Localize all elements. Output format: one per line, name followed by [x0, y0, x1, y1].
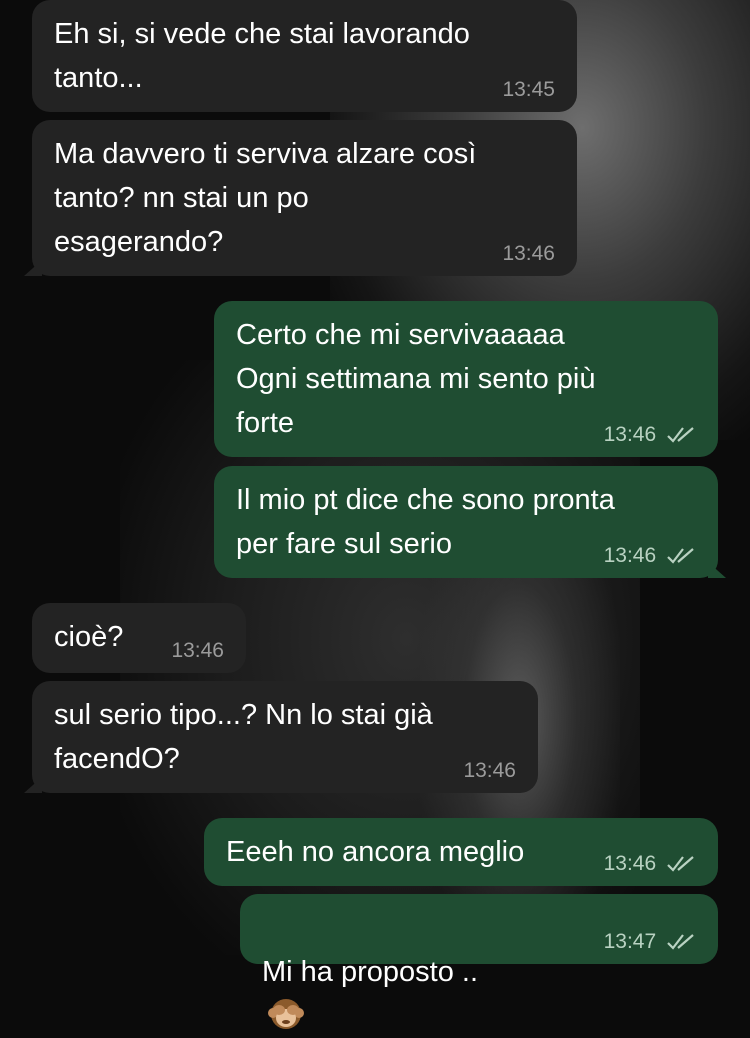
read-ticks-icon — [667, 427, 694, 444]
outgoing-message[interactable]: Mi ha proposto .. 13:47 — [240, 894, 718, 1029]
message-text-row: Mi ha proposto .. — [262, 906, 696, 1038]
message-time: 13:46 — [603, 544, 657, 567]
message-time: 13:46 — [603, 423, 657, 446]
read-ticks-icon — [667, 548, 694, 565]
incoming-message[interactable]: Ma davvero ti serviva alzare così tanto?… — [24, 120, 577, 276]
incoming-message[interactable]: Eh si, si vede che stai lavorando tanto.… — [32, 0, 577, 112]
message-time: 13:46 — [171, 639, 224, 662]
read-ticks-icon — [667, 934, 694, 951]
message-text: Ma davvero ti serviva alzare così tanto?… — [54, 138, 477, 258]
incoming-message[interactable]: cioè? 13:46 — [32, 603, 246, 673]
read-ticks-icon — [667, 856, 694, 873]
message-time: 13:46 — [603, 852, 657, 875]
incoming-message[interactable]: sul serio tipo...? Nn lo stai già facend… — [24, 681, 538, 793]
message-text: Mi ha proposto .. — [262, 956, 478, 988]
outgoing-message[interactable]: Il mio pt dice che sono pronta per fare … — [214, 466, 726, 578]
outgoing-message[interactable]: Certo che mi servivaaaaa Ogni settimana … — [214, 301, 718, 457]
message-time: 13:46 — [463, 759, 516, 782]
message-time: 13:46 — [502, 242, 555, 265]
message-time: 13:45 — [502, 78, 555, 101]
message-text: Eh si, si vede che stai lavorando tanto.… — [54, 18, 470, 94]
message-text: sul serio tipo...? Nn lo stai già facend… — [54, 699, 433, 775]
outgoing-message[interactable]: Eeeh no ancora meglio 13:46 — [204, 818, 718, 886]
message-time: 13:47 — [603, 930, 657, 953]
see-no-evil-monkey-icon — [268, 999, 304, 1029]
